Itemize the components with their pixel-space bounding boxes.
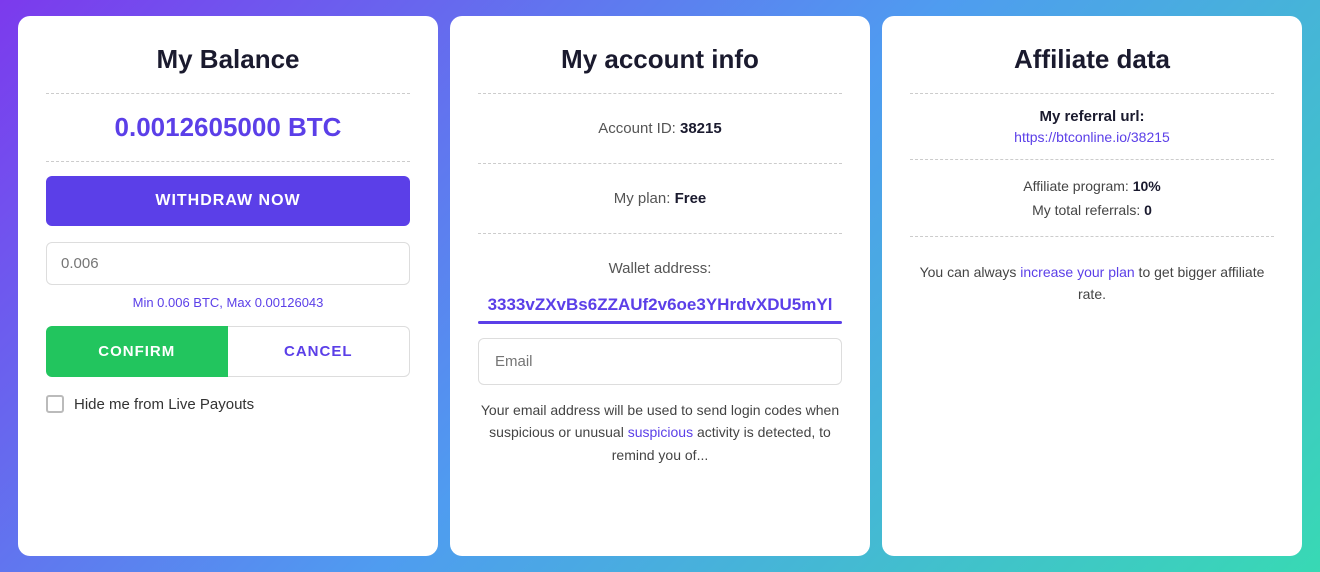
hide-row: Hide me from Live Payouts (46, 395, 410, 413)
plan-value: Free (675, 190, 707, 207)
account-id-value: 38215 (680, 120, 722, 137)
total-referrals-label: My total referrals: (1032, 202, 1140, 218)
divider-2 (46, 161, 410, 162)
divider-1 (46, 93, 410, 94)
referral-url[interactable]: https://btconline.io/38215 (910, 129, 1274, 145)
wallet-label: Wallet address: (478, 248, 842, 289)
account-info-panel: My account info Account ID: 38215 My pla… (450, 16, 870, 556)
hide-label: Hide me from Live Payouts (74, 396, 254, 413)
balance-panel: My Balance 0.0012605000 BTC WITHDRAW NOW… (18, 16, 438, 556)
withdraw-button[interactable]: WITHDRAW NOW (46, 176, 410, 226)
divider-4 (478, 163, 842, 164)
balance-title: My Balance (46, 44, 410, 75)
account-info-title: My account info (478, 44, 842, 75)
divider-7 (910, 159, 1274, 160)
account-id-row: Account ID: 38215 (478, 108, 842, 149)
affiliate-program-value: 10% (1133, 178, 1161, 194)
confirm-button[interactable]: CONFIRM (46, 326, 228, 377)
affiliate-panel: Affiliate data My referral url: https://… (882, 16, 1302, 556)
email-input[interactable] (478, 338, 842, 385)
divider-3 (478, 93, 842, 94)
plan-row: My plan: Free (478, 178, 842, 219)
suspicious-link[interactable]: suspicious (628, 424, 693, 440)
wallet-underline (478, 321, 842, 324)
divider-5 (478, 233, 842, 234)
increase-plan-link[interactable]: increase your plan (1020, 264, 1134, 280)
affiliate-program-label: Affiliate program: (1023, 178, 1129, 194)
amount-input[interactable] (46, 242, 410, 285)
affiliate-title: Affiliate data (910, 44, 1274, 75)
balance-amount: 0.0012605000 BTC (46, 112, 410, 143)
increase-plan-text: You can always increase your plan to get… (910, 251, 1274, 316)
confirm-cancel-row: CONFIRM CANCEL (46, 326, 410, 377)
email-description: Your email address will be used to send … (478, 399, 842, 466)
total-referrals-row: My total referrals: 0 (910, 198, 1274, 222)
min-max-text: Min 0.006 BTC, Max 0.00126043 (46, 295, 410, 310)
cancel-button[interactable]: CANCEL (228, 326, 411, 377)
total-referrals-value: 0 (1144, 202, 1152, 218)
increase-text-1: You can always (920, 264, 1021, 280)
referral-label: My referral url: (910, 108, 1274, 125)
affiliate-program-row: Affiliate program: 10% (910, 174, 1274, 198)
divider-6 (910, 93, 1274, 94)
hide-checkbox[interactable] (46, 395, 64, 413)
divider-8 (910, 236, 1274, 237)
account-id-label: Account ID: (598, 120, 676, 137)
plan-label: My plan: (614, 190, 671, 207)
wallet-address: 3333vZXvBs6ZZAUf2v6oe3YHrdvXDU5mYl (478, 295, 842, 315)
